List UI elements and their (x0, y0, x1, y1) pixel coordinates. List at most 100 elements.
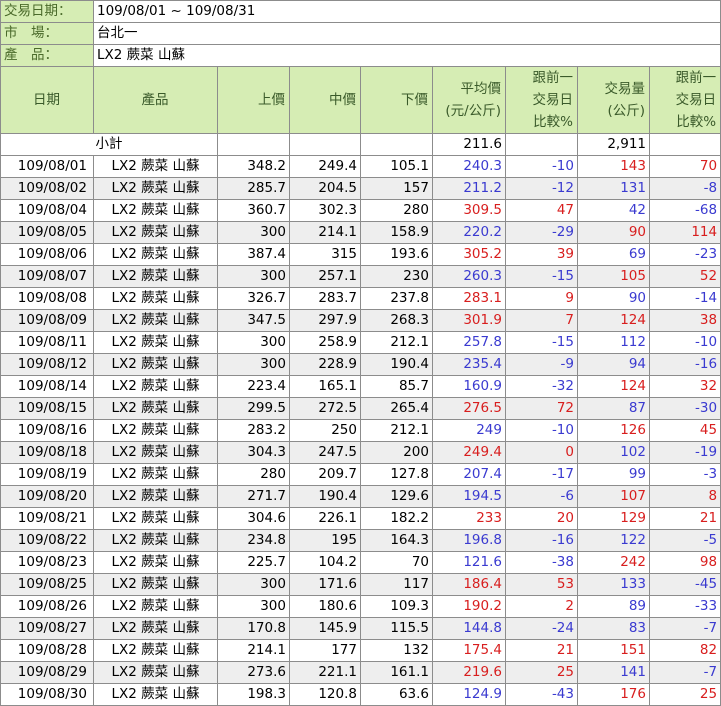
row-date: 109/08/18 (0, 441, 94, 464)
row-low-price: 115.5 (360, 617, 433, 640)
table-row[interactable]: 109/08/22 LX2 蕨菜 山蘇 234.8 195 164.3 196.8 -16 1… (0, 529, 721, 552)
row-mid-price: 257.1 (289, 265, 361, 288)
table-row[interactable]: 109/08/20 LX2 蕨菜 山蘇 271.7 190.4 129.6 194.5 -6… (0, 485, 721, 508)
price-table: 交易日期： 109/08/01 ~ 109/08/31 市 場： 台北一 產 品… (0, 0, 721, 706)
row-high-price: 283.2 (217, 419, 290, 442)
table-row[interactable]: 109/08/09 LX2 蕨菜 山蘇 347.5 297.9 268.3 301.9 7 1… (0, 309, 721, 332)
row-high-price: 234.8 (217, 529, 290, 552)
row-mid-price: 204.5 (289, 177, 361, 200)
row-date: 109/08/05 (0, 221, 94, 244)
row-high-price: 347.5 (217, 309, 290, 332)
table-row[interactable]: 109/08/05 LX2 蕨菜 山蘇 300 214.1 158.9 220.2 -29 9… (0, 221, 721, 244)
header-line: 平均價 (460, 81, 502, 97)
header-product[interactable]: 產品 (93, 66, 218, 134)
row-volume: 99 (577, 463, 650, 486)
row-avg-price: 301.9 (432, 309, 506, 332)
row-low-price: 200 (360, 441, 433, 464)
header-volume[interactable]: 交易量 (公斤) (577, 66, 650, 134)
table-row[interactable]: 109/08/19 LX2 蕨菜 山蘇 280 209.7 127.8 207.4 -17 9… (0, 463, 721, 486)
row-volume-change: -10 (648, 331, 721, 354)
header-date[interactable]: 日期 (0, 66, 94, 134)
table-row[interactable]: 109/08/08 LX2 蕨菜 山蘇 326.7 283.7 237.8 283.1 9 9… (0, 287, 721, 310)
row-low-price: 85.7 (360, 375, 433, 398)
row-low-price: 212.1 (360, 331, 433, 354)
row-low-price: 70 (360, 551, 433, 574)
table-row[interactable]: 109/08/28 LX2 蕨菜 山蘇 214.1 177 132 175.4 21 151 8… (0, 639, 721, 662)
row-volume: 90 (577, 221, 650, 244)
row-avg-change: 21 (505, 639, 578, 662)
row-volume: 131 (577, 177, 650, 200)
row-product: LX2 蕨菜 山蘇 (93, 661, 218, 684)
table-row[interactable]: 109/08/25 LX2 蕨菜 山蘇 300 171.6 117 186.4 53 133-… (0, 573, 721, 596)
header-line: 交易日 (532, 92, 574, 108)
row-product: LX2 蕨菜 山蘇 (93, 199, 218, 222)
header-high-price[interactable]: 上價 (217, 66, 290, 134)
row-volume: 133 (577, 573, 650, 596)
row-avg-price: 249.4 (432, 441, 506, 464)
product-value: LX2 蕨菜 山蘇 (92, 44, 721, 67)
table-row[interactable]: 109/08/02 LX2 蕨菜 山蘇 285.7 204.5 157 211.2 -12 1… (0, 177, 721, 200)
row-volume-change: 8 (648, 485, 721, 508)
row-avg-change: -32 (505, 375, 578, 398)
subtotal-empty (505, 133, 578, 156)
table-row[interactable]: 109/08/12 LX2 蕨菜 山蘇 300 228.9 190.4 235.4 -9 94… (0, 353, 721, 376)
table-row[interactable]: 109/08/01 LX2 蕨菜 山蘇 348.2 249.4 105.1 240.3 -1… (0, 155, 721, 178)
header-avg-price[interactable]: 平均價 (元/公斤) (432, 66, 506, 134)
row-volume-change: 70 (648, 155, 721, 178)
row-product: LX2 蕨菜 山蘇 (93, 353, 218, 376)
row-volume-change: -45 (648, 573, 721, 596)
row-volume-change: 114 (648, 221, 721, 244)
row-high-price: 299.5 (217, 397, 290, 420)
row-mid-price: 226.1 (289, 507, 361, 530)
header-avg-change[interactable]: 跟前一 交易日 比較% (505, 66, 578, 134)
header-low-price[interactable]: 下價 (360, 66, 433, 134)
row-mid-price: 247.5 (289, 441, 361, 464)
row-volume: 102 (577, 441, 650, 464)
table-row[interactable]: 109/08/21 LX2 蕨菜 山蘇 304.6 226.1 182.2 233 20 12… (0, 507, 721, 530)
row-volume-change: 32 (648, 375, 721, 398)
row-avg-price: 235.4 (432, 353, 506, 376)
table-row[interactable]: 109/08/27 LX2 蕨菜 山蘇 170.8 145.9 115.5 144.8 -2… (0, 617, 721, 640)
table-row[interactable]: 109/08/29 LX2 蕨菜 山蘇 273.6 221.1 161.1 219.6 25… (0, 661, 721, 684)
table-row[interactable]: 109/08/23 LX2 蕨菜 山蘇 225.7 104.2 70 121.6 -38 24… (0, 551, 721, 574)
subtotal-empty (648, 133, 721, 156)
table-row[interactable]: 109/08/11 LX2 蕨菜 山蘇 300 258.9 212.1 257.8 -15 1… (0, 331, 721, 354)
table-row[interactable]: 109/08/14 LX2 蕨菜 山蘇 223.4 165.1 85.7 160.9 -32… (0, 375, 721, 398)
row-avg-price: 249 (432, 419, 506, 442)
subtotal-avg: 211.6 (432, 133, 506, 156)
row-avg-change: 47 (505, 199, 578, 222)
row-mid-price: 272.5 (289, 397, 361, 420)
header-mid-price[interactable]: 中價 (289, 66, 361, 134)
header-line: 比較% (533, 114, 573, 130)
table-row[interactable]: 109/08/15 LX2 蕨菜 山蘇 299.5 272.5 265.4 276.5 72… (0, 397, 721, 420)
table-row[interactable]: 109/08/26 LX2 蕨菜 山蘇 300 180.6 109.3 190.2 2 89-… (0, 595, 721, 618)
row-avg-price: 190.2 (432, 595, 506, 618)
row-high-price: 225.7 (217, 551, 290, 574)
row-low-price: 129.6 (360, 485, 433, 508)
info-row-market: 市 場： 台北一 (0, 22, 721, 45)
table-row[interactable]: 109/08/06 LX2 蕨菜 山蘇 387.4 315 193.6 305.2 39 69… (0, 243, 721, 266)
row-low-price: 190.4 (360, 353, 433, 376)
table-row[interactable]: 109/08/30 LX2 蕨菜 山蘇 198.3 120.8 63.6 124.9 -43… (0, 683, 721, 706)
row-mid-price: 315 (289, 243, 361, 266)
table-row[interactable]: 109/08/18 LX2 蕨菜 山蘇 304.3 247.5 200 249.4 0 102… (0, 441, 721, 464)
table-row[interactable]: 109/08/07 LX2 蕨菜 山蘇 300 257.1 230 260.3 -15 105… (0, 265, 721, 288)
row-volume: 126 (577, 419, 650, 442)
row-avg-change: 20 (505, 507, 578, 530)
row-date: 109/08/07 (0, 265, 94, 288)
row-date: 109/08/16 (0, 419, 94, 442)
row-date: 109/08/29 (0, 661, 94, 684)
row-product: LX2 蕨菜 山蘇 (93, 441, 218, 464)
table-row[interactable]: 109/08/04 LX2 蕨菜 山蘇 360.7 302.3 280 309.5 47 42… (0, 199, 721, 222)
row-product: LX2 蕨菜 山蘇 (93, 529, 218, 552)
header-volume-change[interactable]: 跟前一 交易日 比較% (648, 66, 721, 134)
row-volume: 105 (577, 265, 650, 288)
row-mid-price: 209.7 (289, 463, 361, 486)
row-high-price: 300 (217, 353, 290, 376)
header-line: 交易日 (675, 92, 717, 108)
date-range-label: 交易日期： (0, 0, 94, 23)
header-line: 交易量 (604, 81, 646, 97)
header-line: (公斤) (607, 103, 645, 119)
row-date: 109/08/14 (0, 375, 94, 398)
table-row[interactable]: 109/08/16 LX2 蕨菜 山蘇 283.2 250 212.1 249 -10 126… (0, 419, 721, 442)
